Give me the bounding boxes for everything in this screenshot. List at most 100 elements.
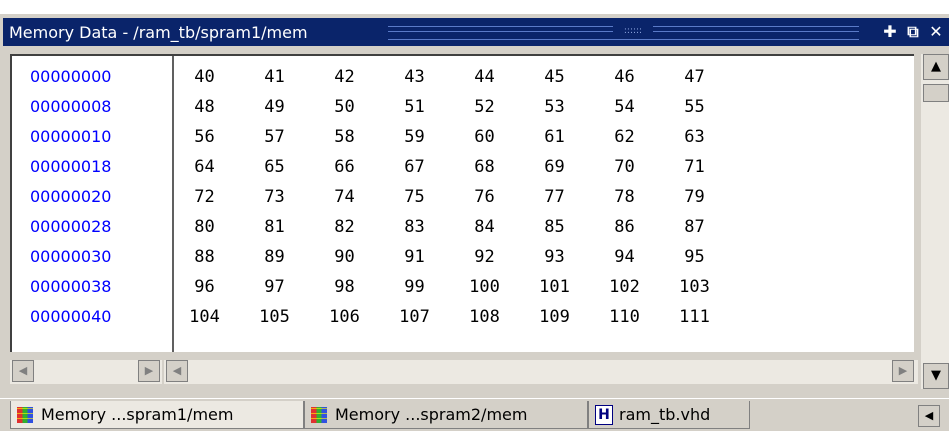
memory-cell[interactable]: 66 (317, 152, 372, 182)
memory-cell[interactable]: 87 (667, 212, 722, 242)
memory-cell[interactable]: 73 (247, 182, 302, 212)
memory-cell[interactable]: 67 (387, 152, 442, 182)
memory-cell[interactable]: 64 (177, 152, 232, 182)
memory-cell[interactable]: 77 (527, 182, 582, 212)
memory-cell[interactable]: 71 (667, 152, 722, 182)
memory-cell[interactable]: 106 (317, 302, 372, 332)
memory-address: 00000000 (30, 67, 112, 86)
memory-cell[interactable]: 105 (247, 302, 302, 332)
memory-view[interactable]: 00000000 40 41 42 43 44 45 46 47 00000008 48 49 50 51… (10, 54, 914, 352)
vhdl-file-icon: H (595, 404, 613, 425)
title-bar[interactable]: Memory Data - /ram_tb/spram1/mem :::::: … (3, 18, 949, 46)
memory-cell[interactable]: 45 (527, 62, 582, 92)
tab-ram-tb-vhd[interactable]: H ram_tb.vhd (588, 401, 750, 429)
memory-cell[interactable]: 65 (247, 152, 302, 182)
memory-cell[interactable]: 74 (317, 182, 372, 212)
memory-cell[interactable]: 107 (387, 302, 442, 332)
memory-cell[interactable]: 104 (177, 302, 232, 332)
scroll-right-icon[interactable]: ▶ (138, 360, 160, 382)
memory-cell[interactable]: 78 (597, 182, 652, 212)
memory-cell[interactable]: 101 (527, 272, 582, 302)
scroll-left-icon[interactable]: ◀ (166, 360, 188, 382)
memory-cell[interactable]: 68 (457, 152, 512, 182)
memory-cell[interactable]: 48 (177, 92, 232, 122)
memory-cell[interactable]: 70 (597, 152, 652, 182)
memory-cell[interactable]: 80 (177, 212, 232, 242)
memory-cell[interactable]: 89 (247, 242, 302, 272)
memory-cell[interactable]: 58 (317, 122, 372, 152)
memory-cell[interactable]: 59 (387, 122, 442, 152)
memory-cell[interactable]: 63 (667, 122, 722, 152)
memory-cell[interactable]: 61 (527, 122, 582, 152)
memory-cell[interactable]: 60 (457, 122, 512, 152)
memory-cell[interactable]: 54 (597, 92, 652, 122)
memory-cell[interactable]: 98 (317, 272, 372, 302)
add-icon[interactable]: ✚ (881, 23, 899, 40)
memory-cell[interactable]: 92 (457, 242, 512, 272)
memory-cell[interactable]: 83 (387, 212, 442, 242)
tab-scroll-icon[interactable]: ◀ (918, 405, 940, 427)
memory-cell[interactable]: 102 (597, 272, 652, 302)
memory-cell[interactable]: 82 (317, 212, 372, 242)
window-title: Memory Data - /ram_tb/spram1/mem (9, 22, 308, 42)
memory-cell[interactable]: 97 (247, 272, 302, 302)
scroll-left-icon[interactable]: ◀ (12, 360, 34, 382)
memory-cell[interactable]: 91 (387, 242, 442, 272)
scroll-right-icon[interactable]: ▶ (892, 360, 914, 382)
memory-cell[interactable]: 53 (527, 92, 582, 122)
data-hscrollbar[interactable]: ◀ ▶ (164, 360, 918, 384)
memory-cell[interactable]: 109 (527, 302, 582, 332)
memory-cell[interactable]: 40 (177, 62, 232, 92)
dock-handle-icon[interactable]: :::::: (613, 24, 653, 38)
memory-cell[interactable]: 41 (247, 62, 302, 92)
memory-icon (17, 406, 33, 423)
memory-address: 00000008 (30, 97, 112, 116)
memory-cell[interactable]: 95 (667, 242, 722, 272)
memory-cell[interactable]: 88 (177, 242, 232, 272)
memory-address: 00000010 (30, 127, 112, 146)
memory-address: 00000030 (30, 247, 112, 266)
memory-cell[interactable]: 43 (387, 62, 442, 92)
scroll-thumb[interactable] (923, 84, 949, 102)
memory-cell[interactable]: 44 (457, 62, 512, 92)
memory-cell[interactable]: 52 (457, 92, 512, 122)
memory-cell[interactable]: 111 (667, 302, 722, 332)
tab-bar: Memory ...spram1/mem Memory ...spram2/me… (0, 398, 949, 431)
memory-cell[interactable]: 76 (457, 182, 512, 212)
memory-cell[interactable]: 75 (387, 182, 442, 212)
memory-cell[interactable]: 62 (597, 122, 652, 152)
memory-cell[interactable]: 42 (317, 62, 372, 92)
memory-cell[interactable]: 51 (387, 92, 442, 122)
memory-cell[interactable]: 100 (457, 272, 512, 302)
vertical-scrollbar[interactable]: ▲ ▼ (921, 54, 949, 389)
memory-cell[interactable]: 55 (667, 92, 722, 122)
memory-cell[interactable]: 90 (317, 242, 372, 272)
memory-cell[interactable]: 50 (317, 92, 372, 122)
address-hscrollbar[interactable]: ◀ ▶ (10, 360, 162, 384)
scroll-down-icon[interactable]: ▼ (923, 363, 949, 389)
memory-cell[interactable]: 108 (457, 302, 512, 332)
memory-cell[interactable]: 94 (597, 242, 652, 272)
memory-cell[interactable]: 46 (597, 62, 652, 92)
memory-cell[interactable]: 84 (457, 212, 512, 242)
memory-cell[interactable]: 47 (667, 62, 722, 92)
close-icon[interactable]: ✕ (927, 23, 945, 40)
memory-cell[interactable]: 81 (247, 212, 302, 242)
memory-cell[interactable]: 72 (177, 182, 232, 212)
memory-cell[interactable]: 110 (597, 302, 652, 332)
memory-cell[interactable]: 56 (177, 122, 232, 152)
memory-cell[interactable]: 86 (597, 212, 652, 242)
undock-icon[interactable]: ⧉ (904, 23, 922, 40)
memory-cell[interactable]: 103 (667, 272, 722, 302)
memory-cell[interactable]: 93 (527, 242, 582, 272)
memory-cell[interactable]: 69 (527, 152, 582, 182)
memory-cell[interactable]: 85 (527, 212, 582, 242)
memory-cell[interactable]: 57 (247, 122, 302, 152)
memory-cell[interactable]: 99 (387, 272, 442, 302)
tab-memory-spram1[interactable]: Memory ...spram1/mem (10, 401, 304, 429)
memory-cell[interactable]: 49 (247, 92, 302, 122)
tab-memory-spram2[interactable]: Memory ...spram2/mem (304, 401, 588, 429)
memory-cell[interactable]: 79 (667, 182, 722, 212)
scroll-up-icon[interactable]: ▲ (923, 54, 949, 80)
memory-cell[interactable]: 96 (177, 272, 232, 302)
